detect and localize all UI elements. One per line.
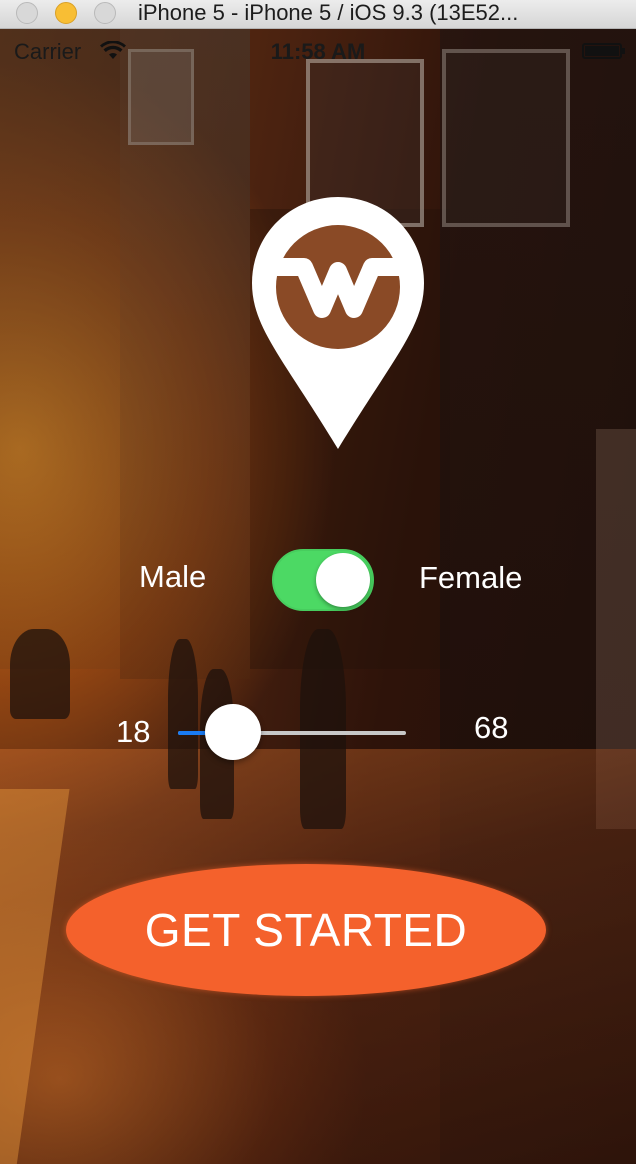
age-slider-thumb[interactable] [204, 704, 261, 760]
status-time: 11:58 AM [270, 39, 366, 64]
age-range-selector: 18 68 [0, 697, 636, 767]
window-zoom-button[interactable] [94, 2, 116, 24]
toggle-knob[interactable] [316, 553, 370, 607]
age-max-label: 68 [474, 710, 509, 745]
window-titlebar: iPhone 5 - iPhone 5 / iOS 9.3 (13E52... [0, 0, 636, 29]
age-min-label: 18 [116, 714, 151, 749]
gender-toggle[interactable] [272, 549, 374, 611]
gender-selector: Male Female [0, 545, 636, 615]
get-started-button[interactable]: GET STARTED [66, 864, 546, 996]
window-close-button[interactable] [16, 2, 38, 24]
location-pin-w-logo-icon [252, 197, 424, 449]
background-window [442, 49, 570, 227]
female-label: Female [419, 560, 523, 595]
male-label: Male [139, 559, 207, 594]
battery-icon [582, 43, 625, 59]
window-minimize-button[interactable] [55, 2, 77, 24]
status-bar: Carrier 11:58 AM [0, 29, 636, 73]
window-title: iPhone 5 - iPhone 5 / iOS 9.3 (13E52... [138, 0, 519, 25]
app-screen: Carrier 11:58 AM Male Female 18 68 GET S… [0, 29, 636, 1164]
